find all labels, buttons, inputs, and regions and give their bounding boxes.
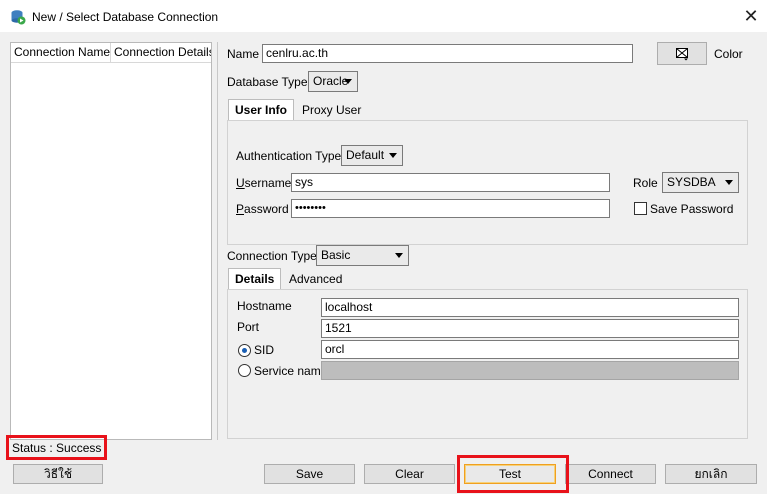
color-button[interactable]: [657, 42, 707, 65]
connection-list[interactable]: Connection Name Connection Details: [10, 42, 212, 440]
connection-type-label: Connection Type: [227, 249, 317, 263]
service-name-label[interactable]: Service name: [254, 363, 327, 379]
sid-label[interactable]: SID: [254, 342, 274, 358]
hostname-field[interactable]: localhost: [321, 298, 739, 317]
password-label-rest: assword: [244, 202, 289, 216]
tab-advanced[interactable]: Advanced: [283, 269, 348, 291]
auth-type-value: Default: [346, 148, 385, 162]
title-bar: New / Select Database Connection ✕: [0, 0, 767, 32]
test-highlight-box: [457, 455, 569, 493]
save-password-checkbox[interactable]: [634, 202, 647, 215]
hostname-label: Hostname: [237, 299, 292, 313]
port-field[interactable]: 1521: [321, 319, 739, 338]
clear-button[interactable]: Clear: [364, 464, 455, 484]
port-label: Port: [237, 320, 260, 334]
service-name-radio[interactable]: [238, 364, 251, 377]
role-value: SYSDBA: [667, 175, 716, 189]
role-select[interactable]: SYSDBA: [662, 172, 739, 193]
cancel-button[interactable]: ยกเลิก: [665, 464, 757, 484]
username-label-rest: sername: [244, 176, 292, 190]
username-field[interactable]: sys: [291, 173, 610, 192]
role-label: Role: [633, 176, 658, 190]
chevron-down-icon: [344, 79, 352, 84]
service-name-field: [321, 361, 739, 380]
connection-type-select[interactable]: Basic: [316, 245, 409, 266]
tab-details[interactable]: Details: [228, 268, 282, 290]
database-type-label: Database Type: [227, 75, 308, 89]
column-header-connection-name[interactable]: Connection Name: [11, 43, 111, 63]
save-button[interactable]: Save: [264, 464, 355, 484]
sid-field[interactable]: orcl: [321, 340, 739, 359]
connect-button[interactable]: Connect: [565, 464, 656, 484]
password-label: Password: [236, 202, 289, 216]
name-field[interactable]: cenlru.ac.th: [262, 44, 633, 63]
auth-type-label: Authentication Type: [236, 149, 342, 163]
panel-splitter[interactable]: [217, 42, 218, 440]
help-button[interactable]: วิธีใช้: [13, 464, 103, 484]
chevron-down-icon: [389, 153, 397, 158]
chevron-down-icon: [395, 253, 403, 258]
color-label: Color: [714, 47, 743, 61]
connection-type-value: Basic: [321, 248, 351, 262]
close-icon[interactable]: ✕: [737, 2, 765, 30]
username-label: Username: [236, 176, 292, 190]
tab-proxy-user[interactable]: Proxy User: [296, 100, 367, 122]
sid-radio[interactable]: [238, 344, 251, 357]
status-highlight-box: [6, 435, 107, 460]
color-swatch-icon: [676, 48, 688, 61]
auth-type-select[interactable]: Default: [341, 145, 403, 166]
tab-user-info[interactable]: User Info: [228, 99, 295, 121]
sqldeveloper-db-icon: [11, 10, 26, 25]
column-header-connection-details[interactable]: Connection Details: [111, 43, 211, 63]
password-field[interactable]: ••••••••: [291, 199, 610, 218]
name-label: Name: [227, 47, 260, 61]
chevron-down-icon: [725, 180, 733, 185]
save-password-label[interactable]: Save Password: [650, 201, 733, 217]
database-type-select[interactable]: Oracle: [308, 71, 358, 92]
window-title: New / Select Database Connection: [32, 10, 219, 24]
